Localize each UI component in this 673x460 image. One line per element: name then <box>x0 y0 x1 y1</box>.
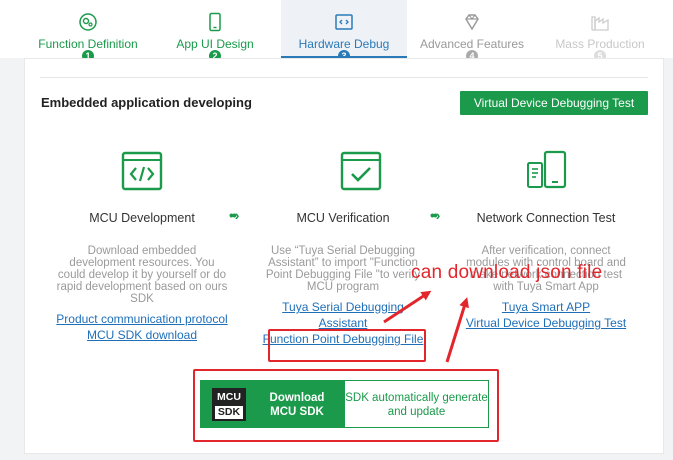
function-settings-icon <box>79 13 97 31</box>
diamond-icon <box>465 14 479 31</box>
step-mass-production[interactable]: Mass Production 5 <box>540 0 660 62</box>
column-links: Product communication protocol MCU SDK d… <box>56 311 228 343</box>
column-description: Download embedded development resources.… <box>56 245 228 305</box>
annotation-highlight-box <box>193 369 499 442</box>
phone-icon <box>209 12 221 32</box>
step-label: Function Definition <box>38 37 138 51</box>
network-connection-text: Network Connection Test After verificati… <box>460 58 632 378</box>
mcu-sdk-download-link[interactable]: MCU SDK download <box>56 327 228 343</box>
tuya-serial-debugging-assistant-link[interactable]: Tuya Serial Debugging Assistant <box>258 299 428 331</box>
step-app-ui-design[interactable]: App UI Design 2 <box>155 0 275 62</box>
step-label: Mass Production <box>555 37 645 51</box>
annotation-text: can download json file <box>411 262 603 283</box>
step-label: Hardware Debug <box>298 37 390 51</box>
product-communication-protocol-link[interactable]: Product communication protocol <box>56 311 228 327</box>
column-title: MCU Verification <box>296 211 390 225</box>
step-function-definition[interactable]: Function Definition 1 <box>28 0 148 62</box>
flow-arrow: ••› <box>229 207 240 223</box>
factory-icon <box>591 16 609 31</box>
flow-arrow: ••› <box>430 207 441 223</box>
step-hardware-debug[interactable]: Hardware Debug 3 <box>281 0 407 62</box>
virtual-device-debugging-test-link[interactable]: Virtual Device Debugging Test <box>460 315 632 331</box>
code-window-icon <box>335 14 353 30</box>
step-label: Advanced Features <box>419 37 525 51</box>
annotation-highlight-box <box>268 329 426 362</box>
column-title: MCU Development <box>89 211 195 225</box>
tuya-smart-app-link[interactable]: Tuya Smart APP <box>460 299 632 315</box>
mcu-development-text: MCU Development Download embedded develo… <box>56 58 228 378</box>
step-label: App UI Design <box>176 37 254 51</box>
progress-stepper: Function Definition 1 App UI Design 2 Ha… <box>0 0 673 62</box>
column-description: Use “Tuya Serial Debugging Assistant” to… <box>265 245 421 293</box>
column-links: Tuya Smart APP Virtual Device Debugging … <box>460 299 632 331</box>
step-advanced-features[interactable]: Advanced Features 4 <box>412 0 532 62</box>
column-title: Network Connection Test <box>476 211 616 225</box>
